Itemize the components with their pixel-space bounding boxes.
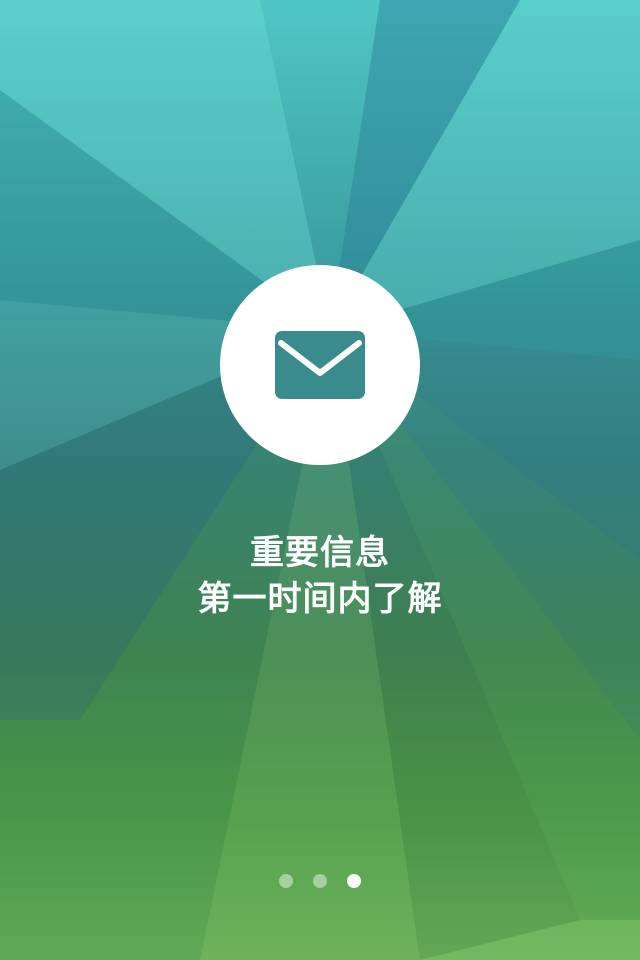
feature-title: 重要信息 [250, 533, 390, 573]
feature-subtitle: 第一时间内了解 [197, 579, 443, 619]
envelope-icon [275, 331, 365, 399]
page-indicator[interactable] [0, 873, 640, 889]
onboarding-screen: 重要信息 第一时间内了解 [0, 0, 640, 960]
page-indicator-dot-1[interactable] [279, 874, 293, 888]
page-indicator-dot-3-active[interactable] [347, 874, 361, 888]
feature-description: 重要信息 第一时间内了解 [0, 530, 640, 622]
feature-icon-circle [220, 265, 420, 465]
page-indicator-dot-2[interactable] [313, 874, 327, 888]
background-ray-art [0, 0, 640, 960]
